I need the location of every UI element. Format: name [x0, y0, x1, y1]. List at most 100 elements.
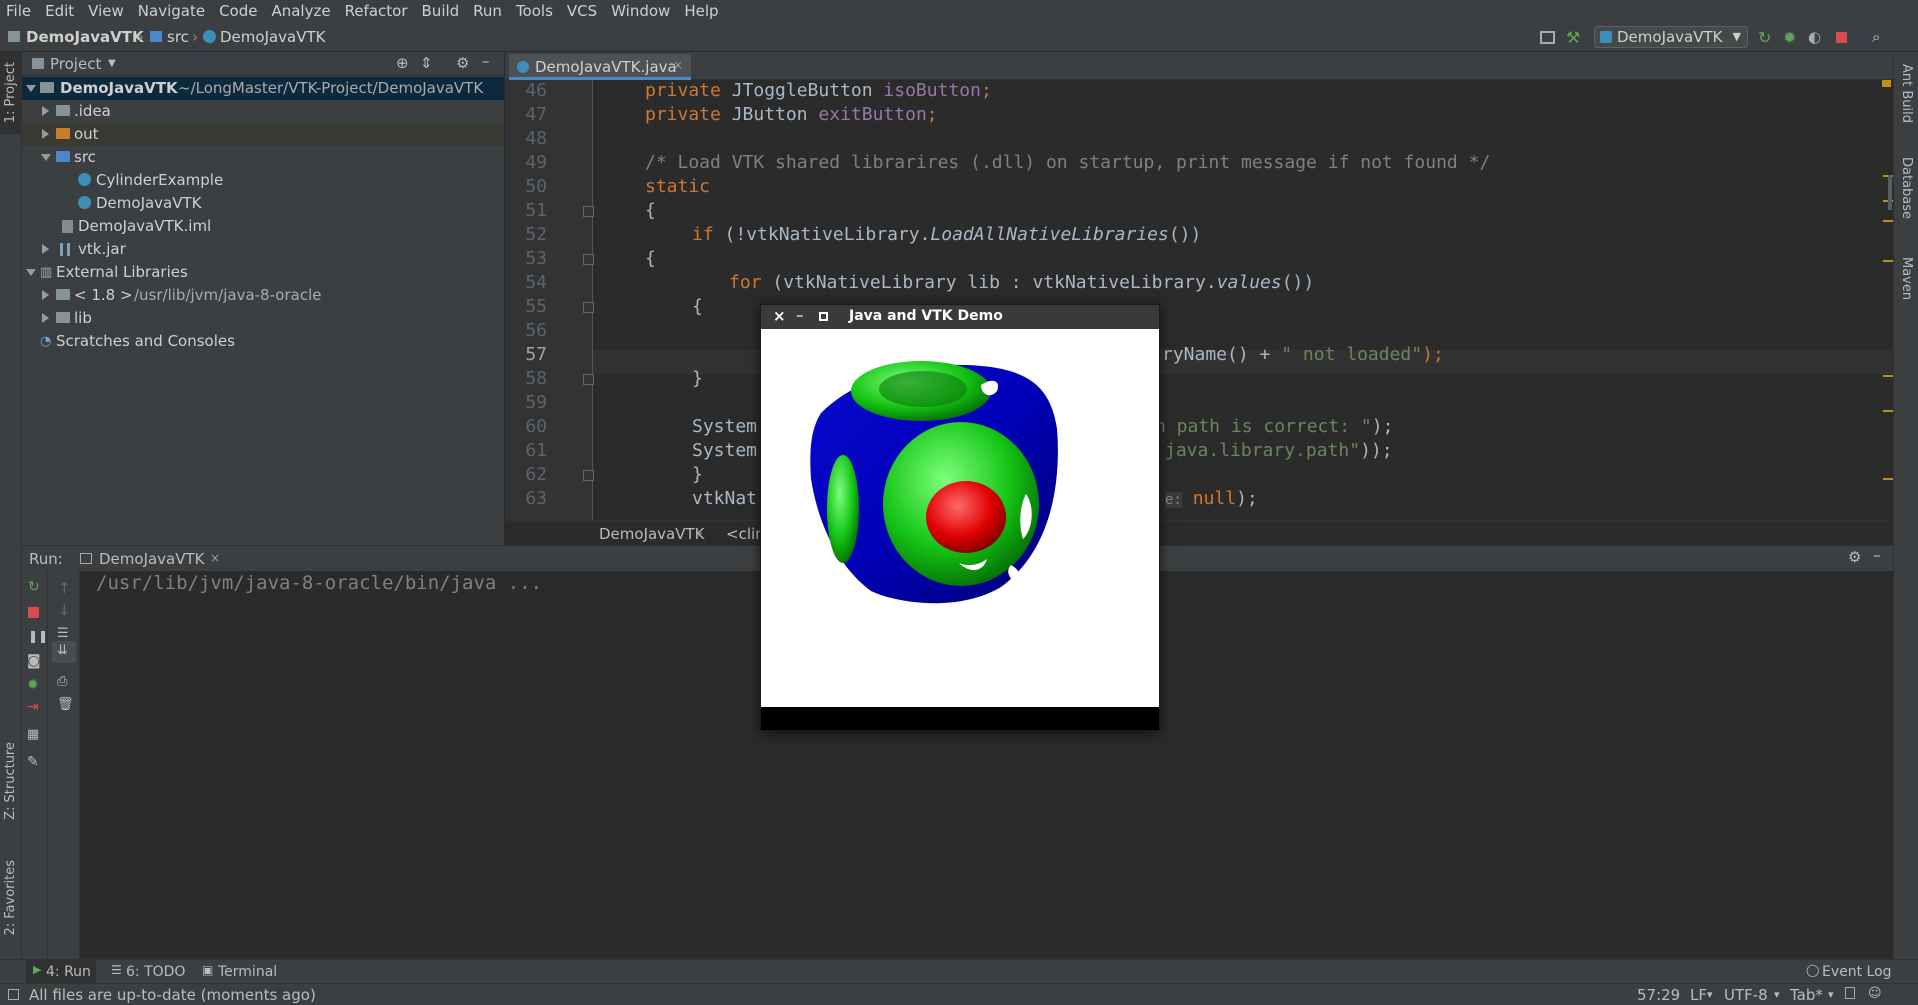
tree-item-iml[interactable]: DemoJavaVTK.iml: [22, 215, 504, 238]
search-icon[interactable]: ⌕: [1872, 28, 1890, 46]
hide-icon[interactable]: –: [482, 52, 490, 70]
editor-breadcrumb-class[interactable]: DemoJavaVTK: [599, 525, 705, 543]
error-stripe-mark[interactable]: [1883, 478, 1893, 480]
error-stripe-mark[interactable]: [1883, 375, 1893, 377]
structure-tool-tab[interactable]: Z: Structure: [3, 742, 18, 820]
vtk-window-titlebar[interactable]: × – Java and VTK Demo: [761, 305, 1159, 329]
editor-breadcrumb-member[interactable]: <clin: [726, 525, 765, 543]
menu-view[interactable]: View: [82, 2, 132, 20]
exit-icon[interactable]: ⇥: [27, 699, 41, 715]
error-stripe-mark[interactable]: [1883, 410, 1893, 412]
locate-icon[interactable]: ⊕: [396, 54, 409, 72]
tree-item-project-root[interactable]: DemoJavaVTK ~/LongMaster/VTK-Project/Dem…: [22, 77, 504, 100]
pin-icon[interactable]: ✎: [27, 754, 41, 770]
file-encoding[interactable]: UTF-8: [1724, 986, 1768, 1004]
arrow-down-icon[interactable]: ↓: [58, 601, 72, 619]
debug-icon[interactable]: ✹: [27, 677, 41, 693]
trash-icon[interactable]: 🗑: [57, 697, 74, 712]
indent-setting[interactable]: Tab*: [1790, 986, 1823, 1004]
print-icon[interactable]: ⎙: [57, 674, 71, 689]
error-stripe-mark[interactable]: [1883, 220, 1893, 222]
line-separator[interactable]: LF: [1690, 986, 1707, 1004]
caret-position[interactable]: 57:29: [1637, 986, 1680, 1004]
tab-demojavavtk-java[interactable]: DemoJavaVTK.java ×: [509, 54, 691, 80]
menu-window[interactable]: Window: [605, 2, 678, 20]
error-stripe-mark[interactable]: [1883, 260, 1893, 262]
breadcrumb-file[interactable]: DemoJavaVTK: [220, 28, 326, 46]
code-line-57: ryName() + " not loaded");: [1162, 344, 1444, 365]
chevron-down-icon[interactable]: ▼: [108, 58, 116, 69]
close-icon[interactable]: ×: [210, 551, 220, 565]
database-tool-tab[interactable]: Database: [1899, 157, 1914, 219]
debug-bug-icon[interactable]: ✹: [1783, 28, 1801, 47]
tree-item-idea[interactable]: .idea: [22, 100, 504, 123]
rerun-icon[interactable]: ↻: [28, 579, 42, 595]
tool-tab-terminal[interactable]: ▣ Terminal: [200, 960, 290, 983]
rerun-icon[interactable]: ↻: [1758, 28, 1776, 47]
close-icon[interactable]: ×: [673, 58, 683, 72]
soft-wrap-icon[interactable]: ☰: [57, 626, 71, 641]
run-configuration-select[interactable]: DemoJavaVTK ▼: [1594, 26, 1748, 48]
minimize-icon[interactable]: –: [796, 306, 804, 324]
project-view-select[interactable]: Project: [50, 55, 101, 73]
gear-icon[interactable]: ⚙: [456, 54, 469, 72]
tree-item-out[interactable]: out: [22, 123, 504, 146]
arrow-up-icon[interactable]: ↑: [58, 579, 72, 597]
maven-tool-tab[interactable]: Maven: [1899, 257, 1914, 300]
warning-marker[interactable]: [1882, 80, 1891, 87]
fold-marker-icon[interactable]: [583, 470, 594, 481]
camera-icon[interactable]: ◙: [27, 653, 41, 669]
layout-icon[interactable]: ▦: [27, 727, 41, 742]
gear-icon[interactable]: ⚙: [1848, 548, 1861, 566]
tree-item-demojavavtk[interactable]: DemoJavaVTK: [22, 192, 504, 215]
menu-run[interactable]: Run: [467, 2, 510, 20]
tree-item-lib[interactable]: lib: [22, 307, 504, 330]
project-tool-tab[interactable]: 1: Project: [0, 52, 21, 134]
code-editor[interactable]: 46 47 48 49 50 51 52 53 54 55 56 57 58 5…: [505, 80, 1893, 520]
hide-icon[interactable]: –: [1873, 546, 1881, 564]
tree-item-jdk[interactable]: < 1.8 > /usr/lib/jvm/java-8-oracle: [22, 284, 504, 307]
favorites-tool-tab[interactable]: 2: Favorites: [3, 860, 18, 936]
maximize-icon[interactable]: [819, 312, 828, 321]
stop-icon[interactable]: [1836, 32, 1847, 43]
menu-file[interactable]: File: [0, 2, 39, 20]
tool-tab-event-log[interactable]: ◯ Event Log: [1806, 960, 1892, 983]
close-icon[interactable]: ×: [773, 307, 786, 325]
tree-item-scratches[interactable]: ◔ Scratches and Consoles: [22, 330, 504, 353]
menu-navigate[interactable]: Navigate: [132, 2, 213, 20]
menu-vcs[interactable]: VCS: [561, 2, 605, 20]
tree-item-src[interactable]: src: [22, 146, 504, 169]
tree-item-vtk-jar[interactable]: vtk.jar: [22, 238, 504, 261]
stop-icon[interactable]: [28, 607, 39, 618]
coverage-icon[interactable]: ◐: [1808, 28, 1826, 46]
fold-marker-icon[interactable]: [583, 302, 594, 313]
pause-icon[interactable]: ❚❚: [28, 629, 48, 643]
ant-build-tool-tab[interactable]: Ant Build: [1899, 64, 1914, 123]
menu-help[interactable]: Help: [678, 2, 726, 20]
menu-tools[interactable]: Tools: [510, 2, 561, 20]
tool-tab-run[interactable]: ▶ 4: Run: [26, 960, 96, 983]
breadcrumb-project[interactable]: DemoJavaVTK: [26, 28, 144, 46]
editor-scrollbar-thumb[interactable]: [1888, 175, 1892, 210]
fold-marker-icon[interactable]: [583, 206, 594, 217]
breadcrumb-src[interactable]: src: [167, 28, 189, 46]
fold-marker-icon[interactable]: [583, 254, 594, 265]
collapse-icon[interactable]: ⇕: [420, 54, 433, 72]
tree-item-external-libraries[interactable]: ▥ External Libraries: [22, 261, 504, 284]
vtk-demo-window[interactable]: × – Java and VTK Demo: [760, 304, 1160, 731]
inspector-icon[interactable]: ☺: [1868, 986, 1882, 1001]
tool-tab-todo[interactable]: ☰ 6: TODO: [108, 960, 188, 983]
menu-edit[interactable]: Edit: [39, 2, 82, 20]
fold-marker-icon[interactable]: [583, 374, 594, 385]
lock-icon[interactable]: [1845, 987, 1855, 999]
vtk-render-canvas[interactable]: [761, 329, 1159, 707]
run-tab[interactable]: DemoJavaVTK: [99, 550, 205, 568]
menu-analyze[interactable]: Analyze: [265, 2, 338, 20]
scroll-to-end-toggle[interactable]: ⇊: [52, 641, 76, 663]
tree-item-cylinder-example[interactable]: CylinderExample: [22, 169, 504, 192]
layout-icon[interactable]: [1540, 31, 1555, 44]
menu-code[interactable]: Code: [213, 2, 265, 20]
build-hammer-icon[interactable]: ⚒: [1566, 28, 1584, 47]
menu-refactor[interactable]: Refactor: [339, 2, 416, 20]
menu-build[interactable]: Build: [416, 2, 468, 20]
